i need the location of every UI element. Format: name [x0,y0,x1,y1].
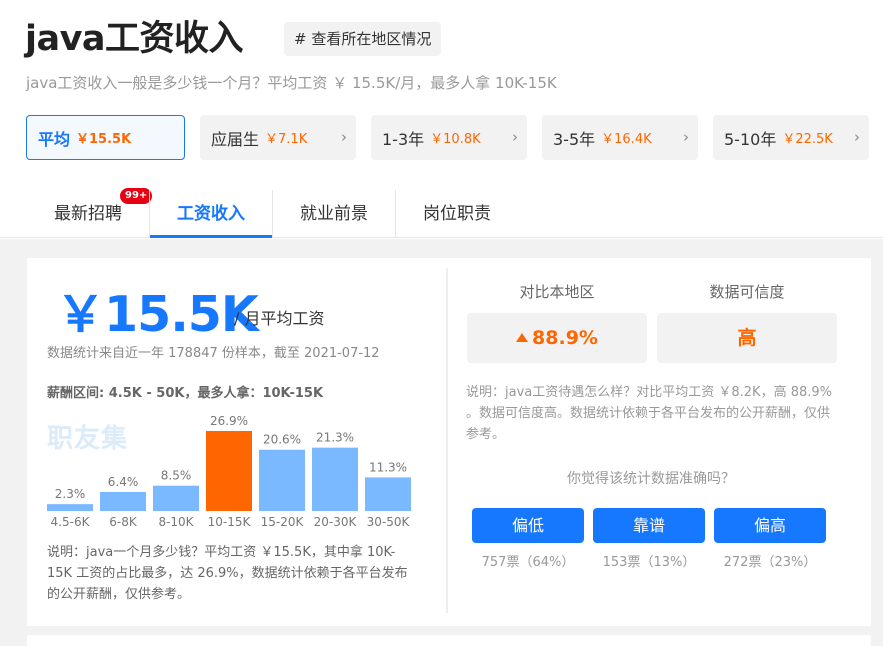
x-tick-label: 4.5-6K [51,515,91,529]
chart-bar [206,431,252,511]
exp-tab-label: 5-10年 [724,129,777,149]
arrow-up-icon [516,333,529,342]
exp-tab-3-5[interactable]: 3-5年 ￥16.4K › [542,115,698,160]
compare-explanation: 说明：java工资待遇怎么样？对比平均工资 ￥8.2K，高 88.9% 。数据可… [466,385,832,442]
compare-box: 88.9% [467,313,647,363]
bar-value-label: 2.3% [55,487,86,501]
bar-value-label: 26.9% [210,414,248,428]
bar-value-label: 11.3% [369,460,407,474]
x-tick-label: 20-30K [314,515,358,529]
vote-high-count: 272票（23%） [723,555,817,570]
compare-label: 对比本地区 [519,283,595,301]
bar-value-label: 21.3% [316,431,354,445]
chevron-right-icon: › [683,128,689,146]
x-tick-label: 10-15K [208,515,252,529]
x-tick-label: 8-10K [158,515,194,529]
chevron-right-icon: › [512,128,518,146]
chart-bar [47,504,93,511]
exp-tab-5-10[interactable]: 5-10年 ￥22.5K › [713,115,869,160]
vote-accurate-button[interactable]: 靠谱 [593,508,705,543]
credibility-label: 数据可信度 [709,283,785,301]
chart-bar [259,449,305,511]
chart-bar [312,447,358,511]
chevron-right-icon: › [854,128,860,146]
vote-low-count: 757票（64%） [481,555,575,570]
salary-explanation: 说明：java一个月多少钱？平均工资 ￥15.5K，其中拿 10K-15K 工资… [47,545,408,602]
x-tick-label: 30-50K [367,515,411,529]
vote-low-button[interactable]: 偏低 [472,508,584,543]
exp-tab-value: ￥16.4K [601,132,652,147]
chart-bar [153,485,199,511]
compare-value: 88.9% [532,327,598,349]
bar-value-label: 20.6% [263,433,301,447]
x-tick-label: 6-8K [109,515,138,529]
bar-value-label: 6.4% [108,475,139,489]
vote-accurate-count: 153票（13%） [602,555,696,570]
chart-bar [365,477,411,511]
next-card [27,635,871,646]
credibility-box: 高 [657,313,837,363]
exp-tab-label: 3-5年 [553,129,596,149]
salary-distribution-chart: 2.3% 4.5-6K 6.4% 6-8K 8.5% 8-10K 26.9% 10-15K 20… [47,414,411,529]
chart-bar [100,491,146,511]
vote-high-button[interactable]: 偏高 [714,508,826,543]
x-tick-label: 15-20K [261,515,305,529]
accuracy-question: 你觉得该统计数据准确吗？ [567,471,735,487]
credibility-value: 高 [737,327,757,349]
bar-value-label: 8.5% [161,469,192,483]
exp-tab-value: ￥22.5K [782,132,833,147]
